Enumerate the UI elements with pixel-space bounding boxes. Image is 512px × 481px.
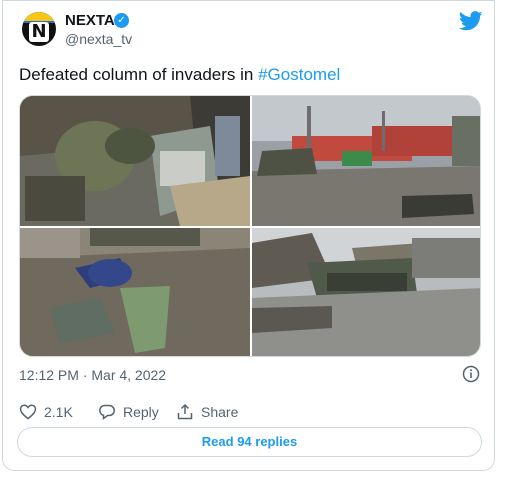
hashtag-link[interactable]: #Gostomel [258,65,340,84]
photo-2[interactable] [252,96,480,226]
twitter-bird-icon[interactable] [459,11,483,31]
photo-3[interactable] [20,228,250,356]
verified-badge-icon: ✓ [114,13,129,28]
reply-button[interactable]: Reply [98,402,168,422]
share-label: Share [201,404,239,420]
share-icon [177,403,193,420]
heart-icon [19,404,37,420]
photo-1[interactable] [20,96,250,226]
avatar[interactable]: N [22,12,56,46]
share-button[interactable]: Share [176,402,246,422]
photo-grid [19,95,481,357]
author-handle[interactable]: @nexta_tv [65,31,132,48]
tweet-timestamp[interactable]: 12:12 PM · Mar 4, 2022 [19,367,166,384]
avatar-logo: N [29,22,49,42]
read-replies-button[interactable]: Read 94 replies [17,427,482,457]
info-icon[interactable] [462,365,480,383]
tweet-text-body: Defeated column of invaders in [19,65,259,84]
reply-icon [99,404,115,420]
reply-label: Reply [123,404,159,420]
tweet-text: Defeated column of invaders in #Gostomel [19,64,340,86]
like-button[interactable]: 2.1K [19,402,81,422]
author-name[interactable]: NEXTA [65,12,115,30]
photo-4[interactable] [252,228,480,356]
like-count: 2.1K [44,404,73,420]
tweet-card: N NEXTA ✓ @nexta_tv Defeated column of i… [2,0,495,471]
